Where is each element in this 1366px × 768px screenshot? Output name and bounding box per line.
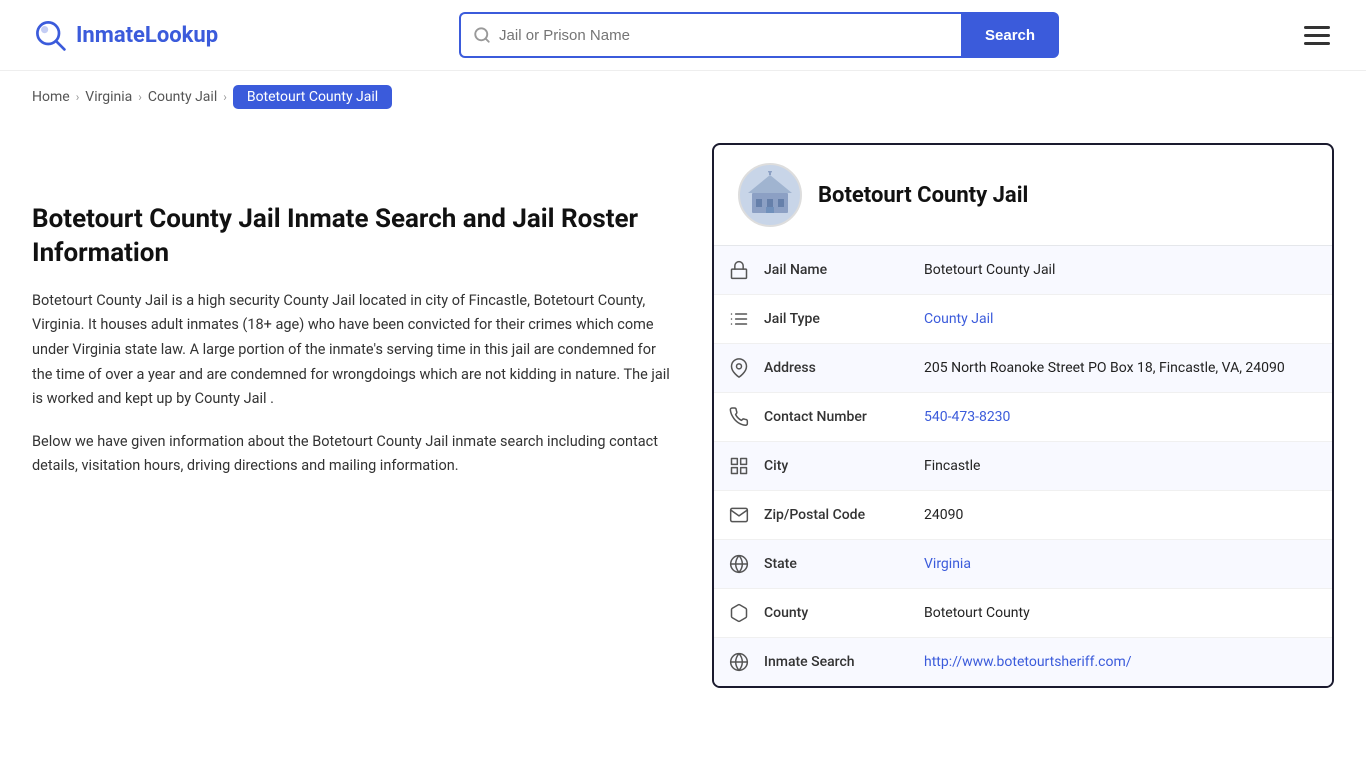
- table-row: City Fincastle: [714, 442, 1332, 491]
- label-address: Address: [764, 346, 924, 390]
- city-icon: [714, 442, 764, 490]
- breadcrumb-county-jail[interactable]: County Jail: [148, 89, 217, 105]
- state-link[interactable]: Virginia: [924, 556, 971, 572]
- table-row: County Botetourt County: [714, 589, 1332, 638]
- value-zip: 24090: [924, 493, 1332, 537]
- label-zip: Zip/Postal Code: [764, 493, 924, 537]
- info-rows: Jail Name Botetourt County Jail Jail Typ…: [714, 246, 1332, 686]
- chevron-icon-2: ›: [138, 90, 142, 104]
- label-contact: Contact Number: [764, 395, 924, 439]
- search-bar: Search: [459, 12, 1059, 58]
- info-card: Botetourt County Jail Jail Name Botetour…: [712, 143, 1334, 688]
- table-row: Inmate Search http://www.botetourtsherif…: [714, 638, 1332, 686]
- search-button[interactable]: Search: [961, 12, 1059, 58]
- county-icon: [714, 589, 764, 637]
- table-row: State Virginia: [714, 540, 1332, 589]
- search-input-wrap: [459, 12, 961, 58]
- value-jail-name: Botetourt County Jail: [924, 248, 1332, 292]
- label-county: County: [764, 591, 924, 635]
- left-column: Botetourt County Jail Inmate Search and …: [32, 143, 672, 688]
- hamburger-menu[interactable]: [1300, 22, 1334, 49]
- phone-link[interactable]: 540-473-8230: [924, 409, 1010, 425]
- phone-icon: [714, 393, 764, 441]
- table-row: Address 205 North Roanoke Street PO Box …: [714, 344, 1332, 393]
- zip-icon: [714, 491, 764, 539]
- value-jail-type: County Jail: [924, 297, 1332, 341]
- label-jail-name: Jail Name: [764, 248, 924, 292]
- value-city: Fincastle: [924, 444, 1332, 488]
- breadcrumb: Home › Virginia › County Jail › Botetour…: [0, 71, 1366, 123]
- breadcrumb-home[interactable]: Home: [32, 89, 70, 105]
- state-icon: [714, 540, 764, 588]
- label-jail-type: Jail Type: [764, 297, 924, 341]
- card-header: Botetourt County Jail: [714, 145, 1332, 246]
- value-state: Virginia: [924, 542, 1332, 586]
- chevron-icon-3: ›: [223, 90, 227, 104]
- logo-link[interactable]: InmateLookup: [32, 17, 218, 53]
- table-row: Contact Number 540-473-8230: [714, 393, 1332, 442]
- jail-type-link[interactable]: County Jail: [924, 311, 993, 327]
- right-column: Botetourt County Jail Jail Name Botetour…: [712, 143, 1334, 688]
- page-description-1: Botetourt County Jail is a high security…: [32, 289, 672, 412]
- hamburger-line-2: [1304, 34, 1330, 37]
- value-address: 205 North Roanoke Street PO Box 18, Finc…: [924, 346, 1332, 390]
- logo-icon: [32, 17, 68, 53]
- value-contact: 540-473-8230: [924, 395, 1332, 439]
- inmate-search-link[interactable]: http://www.botetourtsheriff.com/: [924, 654, 1132, 670]
- jail-avatar: [738, 163, 802, 227]
- hamburger-line-3: [1304, 42, 1330, 45]
- inmate-search-icon: [714, 638, 764, 686]
- page-description-2: Below we have given information about th…: [32, 430, 672, 479]
- label-inmate-search: Inmate Search: [764, 640, 924, 684]
- search-icon: [473, 26, 491, 44]
- jail-icon: [714, 246, 764, 294]
- breadcrumb-current: Botetourt County Jail: [233, 85, 392, 109]
- search-input[interactable]: [499, 27, 949, 44]
- value-county: Botetourt County: [924, 591, 1332, 635]
- card-jail-name: Botetourt County Jail: [818, 183, 1028, 208]
- logo-text: InmateLookup: [76, 23, 218, 48]
- address-icon: [714, 344, 764, 392]
- breadcrumb-virginia[interactable]: Virginia: [85, 89, 132, 105]
- value-inmate-search: http://www.botetourtsheriff.com/: [924, 640, 1332, 684]
- table-row: Jail Type County Jail: [714, 295, 1332, 344]
- type-icon: [714, 295, 764, 343]
- table-row: Zip/Postal Code 24090: [714, 491, 1332, 540]
- page-title: Botetourt County Jail Inmate Search and …: [32, 203, 672, 271]
- hamburger-line-1: [1304, 26, 1330, 29]
- main-container: Botetourt County Jail Inmate Search and …: [0, 123, 1366, 728]
- header: InmateLookup Search: [0, 0, 1366, 71]
- chevron-icon-1: ›: [76, 90, 80, 104]
- label-city: City: [764, 444, 924, 488]
- label-state: State: [764, 542, 924, 586]
- building-icon: [746, 171, 794, 219]
- table-row: Jail Name Botetourt County Jail: [714, 246, 1332, 295]
